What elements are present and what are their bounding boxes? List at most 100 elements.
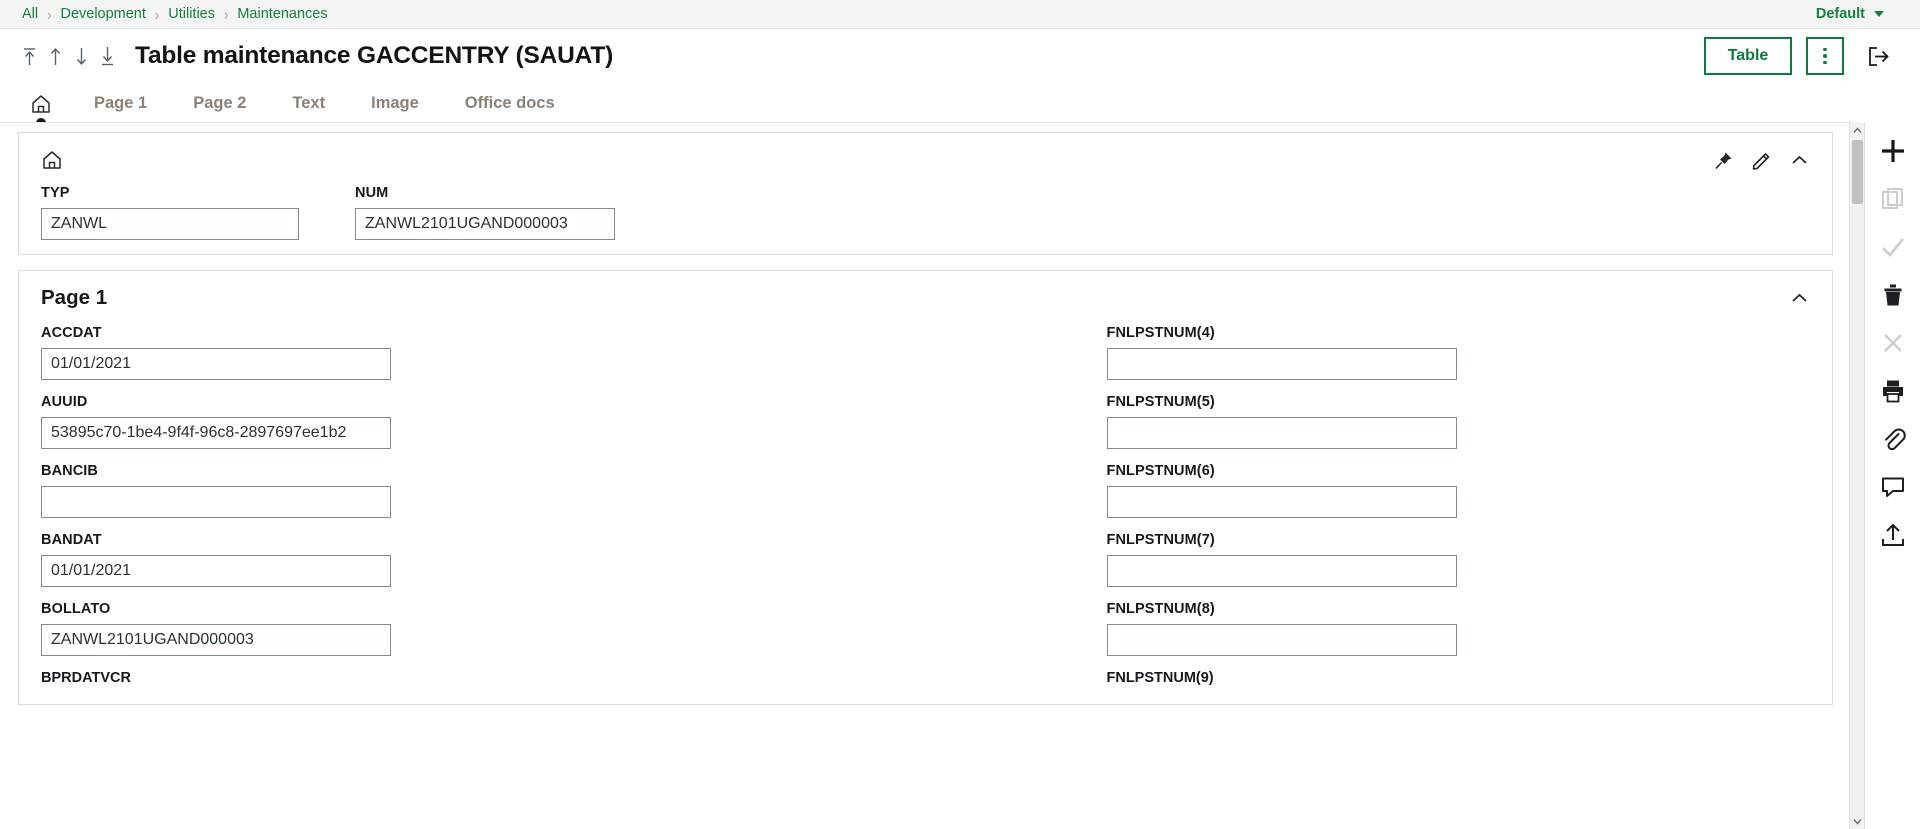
breadcrumb-separator: › [223,4,229,24]
content-area: TYP NUM Page 1 [0,122,1920,829]
page-1-right-column: FNLPSTNUM(4) FNLPSTNUM(5) FNLPSTNUM(6) F… [1106,325,1811,686]
header-card: TYP NUM [18,132,1833,255]
scroll-up-icon[interactable] [1850,122,1865,138]
input-typ[interactable] [41,208,299,240]
breadcrumb-bar: All › Development › Utilities › Maintena… [0,0,1920,29]
chevron-up-icon[interactable] [1784,145,1814,175]
tab-text[interactable]: Text [292,94,325,122]
right-toolbar [1864,122,1920,829]
tab-home[interactable] [30,93,52,128]
home-icon [41,149,63,171]
input-auuid[interactable] [41,417,391,449]
profile-selector[interactable]: Default [1816,6,1898,22]
input-bollato[interactable] [41,624,391,656]
input-fnlpstnum-6[interactable] [1106,486,1457,518]
comment-icon[interactable] [1870,464,1916,510]
field-label-auuid: AUUID [41,394,88,410]
scrollbar-thumb[interactable] [1852,140,1863,204]
title-bar: Table maintenance GACCENTRY (SAUAT) Tabl… [0,29,1920,83]
tab-page-2[interactable]: Page 2 [193,94,246,122]
breadcrumb-item-utilities[interactable]: Utilities [168,6,215,22]
field-label-fnlpstnum-9: FNLPSTNUM(9) [1106,670,1214,686]
profile-label: Default [1815,6,1865,22]
kebab-dot [1823,47,1827,52]
record-navigation [18,41,119,71]
field-fnlpstnum-8: FNLPSTNUM(8) [1106,601,1811,656]
vertical-scrollbar[interactable] [1849,122,1864,829]
page-title: Table maintenance GACCENTRY (SAUAT) [135,42,614,69]
field-label-fnlpstnum-7: FNLPSTNUM(7) [1106,532,1215,548]
breadcrumb-item-all[interactable]: All [22,6,38,22]
input-fnlpstnum-4[interactable] [1106,348,1457,380]
input-num[interactable] [355,208,615,240]
chevron-down-icon [1874,11,1884,17]
page-1-left-column: ACCDAT AUUID BANCIB [41,325,745,686]
field-typ: TYP [41,185,327,240]
field-fnlpstnum-5: FNLPSTNUM(5) [1106,394,1811,449]
previous-record-icon[interactable] [44,41,67,71]
exit-icon[interactable] [1858,37,1898,75]
field-bollato: BOLLATO [41,601,745,656]
app-root: All › Development › Utilities › Maintena… [0,0,1920,829]
field-fnlpstnum-7: FNLPSTNUM(7) [1106,532,1811,587]
scroll-down-icon[interactable] [1850,813,1865,829]
attachment-icon[interactable] [1870,416,1916,462]
kebab-dot [1823,60,1827,65]
header-card-toolbar [19,133,1832,183]
page-1-card: Page 1 ACCDAT 01/01/2021 AUUID 53895c70-… [18,270,1833,705]
next-record-icon[interactable] [70,41,93,71]
field-accdat: ACCDAT [41,325,745,380]
trash-icon[interactable] [1870,272,1916,318]
field-auuid: AUUID [41,394,745,449]
field-bancib: BANCIB [41,463,745,518]
tab-image[interactable]: Image [371,94,419,122]
table-button[interactable]: Table [1704,37,1792,75]
cancel-icon [1870,320,1916,366]
input-fnlpstnum-5[interactable] [1106,417,1457,449]
page-1-card-title: Page 1 [41,286,108,309]
last-record-icon[interactable] [96,41,119,71]
header-card-fields: TYP NUM [19,183,1832,254]
field-label-bandat: BANDAT [41,532,102,548]
field-fnlpstnum-6: FNLPSTNUM(6) [1106,463,1811,518]
field-label-bancib: BANCIB [41,463,98,479]
check-icon [1870,224,1916,270]
field-label-typ: TYP [41,185,70,201]
tab-page-1[interactable]: Page 1 [94,94,147,122]
page-1-card-header: Page 1 [19,271,1832,321]
field-label-fnlpstnum-4: FNLPSTNUM(4) [1106,325,1215,341]
field-label-fnlpstnum-5: FNLPSTNUM(5) [1106,394,1215,410]
tab-bar: Page 1 Page 2 Text Image Office docs [0,83,1920,128]
tab-office-docs[interactable]: Office docs [465,94,555,122]
pencil-icon[interactable] [1746,145,1776,175]
field-label-fnlpstnum-8: FNLPSTNUM(8) [1106,601,1215,617]
more-options-icon[interactable] [1806,37,1844,75]
home-icon [30,93,52,115]
breadcrumb-item-development[interactable]: Development [60,6,145,22]
pin-icon[interactable] [1708,145,1738,175]
field-label-fnlpstnum-6: FNLPSTNUM(6) [1106,463,1215,479]
breadcrumb-separator: › [154,4,160,24]
breadcrumb-item-maintenances[interactable]: Maintenances [237,6,327,22]
breadcrumb-separator: › [47,4,52,24]
field-label-num: NUM [355,185,389,201]
first-record-icon[interactable] [18,41,41,71]
field-label-accdat: ACCDAT [41,325,102,341]
input-accdat[interactable] [41,348,391,380]
form-scroll-area: TYP NUM Page 1 [0,122,1849,829]
input-fnlpstnum-8[interactable] [1106,624,1457,656]
page-1-field-grid: ACCDAT AUUID BANCIB [41,325,1810,686]
chevron-up-icon[interactable] [1784,283,1814,313]
input-fnlpstnum-7[interactable] [1106,555,1457,587]
field-bandat: BANDAT [41,532,745,587]
page-1-card-body: ACCDAT AUUID BANCIB [19,321,1832,704]
input-bandat[interactable] [41,555,391,587]
export-icon[interactable] [1870,512,1916,558]
field-label-bprdatvcr: BPRDATVCR [41,670,131,686]
plus-icon[interactable] [1870,128,1916,174]
kebab-dot [1823,54,1827,58]
print-icon[interactable] [1870,368,1916,414]
input-bancib[interactable] [41,486,391,518]
field-label-bollato: BOLLATO [41,601,111,617]
field-fnlpstnum-4: FNLPSTNUM(4) [1106,325,1811,380]
